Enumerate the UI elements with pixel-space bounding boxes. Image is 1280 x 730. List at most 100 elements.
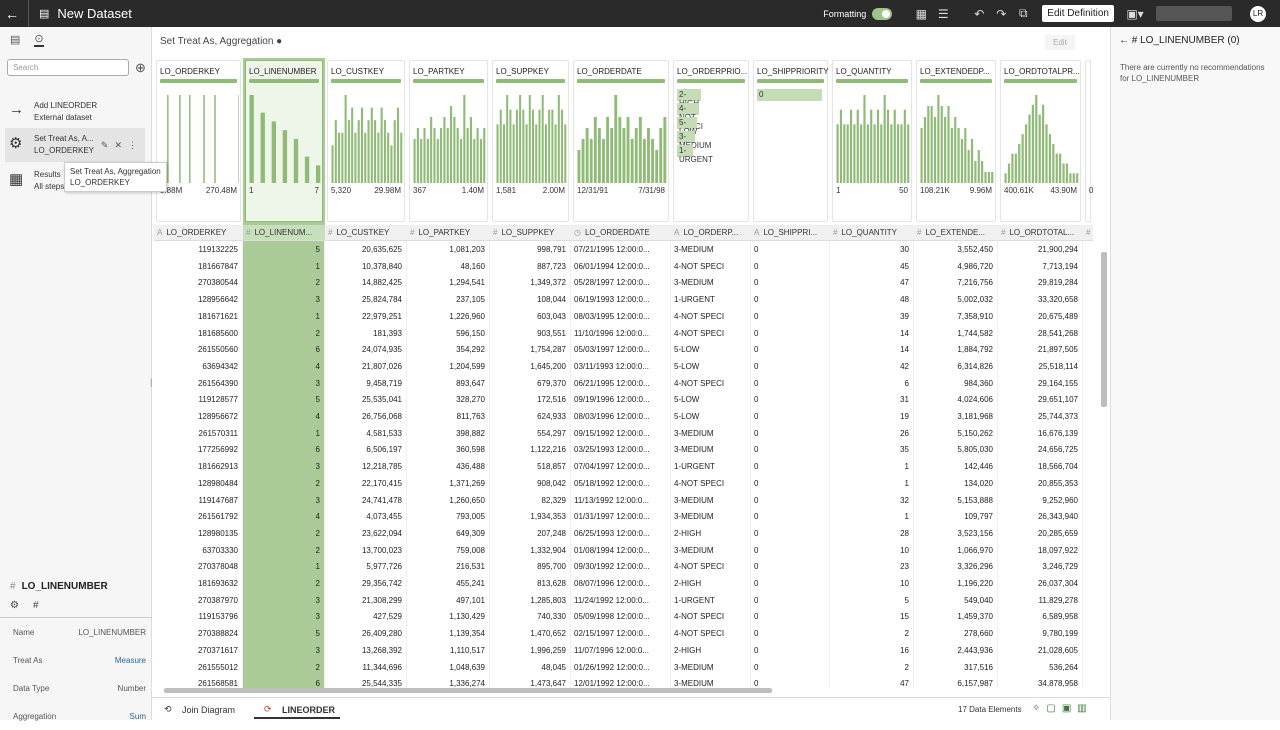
table-cell[interactable]: 26 [830,424,914,442]
table-cell[interactable]: 1,285,803 [490,591,571,609]
table-cell[interactable]: 998,791 [490,241,571,258]
table-cell[interactable]: 0 [751,341,830,359]
column-lo-orderdate[interactable]: LO_ORDERDATE 12/31/91 7/31/98 ◷ LO_ORDERDATE… [571,58,671,688]
table-cell[interactable]: 3 [243,491,325,509]
column-header[interactable]: # LO_LINENUM... [243,225,325,241]
column-header[interactable]: # LO_SUPPKEY [490,225,571,241]
table-cell[interactable]: 0 [751,257,830,275]
table-cell[interactable]: 25,518,114 [998,357,1083,375]
table-cell[interactable]: 1,196,220 [914,575,998,592]
table-cell[interactable]: 11/24/1992 12:00:0... [571,591,671,609]
table-cell[interactable]: 119153796 [154,608,243,626]
table-cell[interactable]: 16 [830,641,914,659]
table-cell[interactable]: 1-URGENT [671,591,751,609]
table-cell[interactable]: 19 [830,408,914,425]
table-cell[interactable]: 261555012 [154,658,243,676]
table-cell[interactable]: 48 [830,291,914,309]
table-cell[interactable]: 45 [830,257,914,275]
table-cell[interactable]: 16,676,139 [998,424,1083,442]
table-cell[interactable]: 3-MEDIUM [671,508,751,526]
table-cell[interactable]: 6,157,987 [914,675,998,688]
table-cell[interactable]: 1 [243,424,325,442]
table-cell[interactable]: 08/07/1996 12:00:0... [571,575,671,592]
table-cell[interactable]: 3,181,968 [914,408,998,425]
table-cell[interactable]: 28,541,268 [998,324,1083,342]
table-cell[interactable]: 26,409,280 [325,625,407,643]
table-cell[interactable]: 128956672 [154,408,243,425]
table-cell[interactable]: 30 [830,241,914,258]
table-cell[interactable]: 3-MEDIUM [671,241,751,258]
table-cell[interactable]: 0 [751,625,830,643]
layout-icons[interactable]: ✧▢▣▥ [1032,703,1093,714]
table-cell[interactable]: 0 [751,575,830,592]
table-cell[interactable]: 6,506,197 [325,441,407,459]
table-cell[interactable]: 1,260,650 [407,491,490,509]
table-cell[interactable]: 13,268,392 [325,641,407,659]
table-cell[interactable]: 03/25/1993 12:00:0... [571,441,671,459]
table-cell[interactable]: 0 [751,374,830,392]
step-set-treat-as[interactable]: ⚙ Set Treat As, A... LO_ORDERKEY ✎✕⋮ [5,128,145,162]
table-cell[interactable]: 22,170,415 [325,474,407,492]
table-cell[interactable]: 172,516 [490,391,571,409]
table-cell[interactable]: 0 [751,458,830,476]
table-cell[interactable]: 2 [243,474,325,492]
table-cell[interactable]: 4,073,455 [325,508,407,526]
table-cell[interactable]: 3-MEDIUM [671,441,751,459]
column-lo-orderkey[interactable]: LO_ORDERKEY 5.88M 270.48M A LO_ORDERKEY 11913… [154,58,243,688]
table-cell[interactable]: 3 [243,641,325,659]
table-cell[interactable]: 24,656,725 [998,441,1083,459]
edit-button[interactable]: Edit [1045,35,1075,50]
table-cell[interactable]: 317,516 [914,658,998,676]
table-cell[interactable]: 21,807,026 [325,357,407,375]
table-cell[interactable]: 5-LOW [671,357,751,375]
table-cell[interactable]: 21,308,299 [325,591,407,609]
column-header[interactable]: # LO_QUANTITY [830,225,914,241]
table-cell[interactable]: 3 [243,458,325,476]
table-cell[interactable]: 261561792 [154,508,243,526]
column-profile[interactable]: LO_SUPPKEY 1,581 2.00M [492,60,569,222]
table-cell[interactable]: 119147687 [154,491,243,509]
blank-input[interactable] [1156,6,1232,21]
table-cell[interactable]: 4,581,533 [325,424,407,442]
table-cell[interactable]: 0 [751,357,830,375]
table-cell[interactable]: 14,882,425 [325,274,407,292]
column-profile[interactable]: LO_PARTKEY 367 1.40M [409,60,488,222]
table-cell[interactable]: 25,544,335 [325,675,407,688]
table-cell[interactable]: 261568581 [154,675,243,688]
table-cell[interactable]: 20,635,625 [325,241,407,258]
table-cell[interactable]: 24,741,478 [325,491,407,509]
column-header[interactable]: A LO_SHIPPRI... [751,225,830,241]
table-cell[interactable]: 14 [830,341,914,359]
table-cell[interactable]: 1,294,541 [407,274,490,292]
column-profile[interactable]: LO_CUSTKEY 5,320 29.98M [327,60,405,222]
table-cell[interactable]: 5 [243,625,325,643]
table-cell[interactable]: 679,370 [490,374,571,392]
horizontal-scrollbar[interactable] [164,688,772,693]
table-cell[interactable]: 3,246,729 [998,558,1083,576]
table-cell[interactable]: 9,252,960 [998,491,1083,509]
table-cell[interactable]: 1 [830,458,914,476]
table-cell[interactable]: 05/18/1992 12:00:0... [571,474,671,492]
table-cell[interactable]: 18,566,704 [998,458,1083,476]
column-extra[interactable]: 0 # [1083,58,1093,688]
column-lo-orderprio-[interactable]: LO_ORDERPRIO...2-HIGH4-NOT SPECI5-LOW3-M… [671,58,751,688]
table-cell[interactable]: 29,356,742 [325,575,407,592]
table-cell[interactable]: 436,488 [407,458,490,476]
table-cell[interactable]: 128980135 [154,524,243,542]
table-cell[interactable]: 109,797 [914,508,998,526]
table-cell[interactable]: 624,933 [490,408,571,425]
table-cell[interactable]: 2 [243,658,325,676]
table-cell[interactable]: 3,552,450 [914,241,998,258]
table-cell[interactable]: 26,037,304 [998,575,1083,592]
column-profile[interactable]: 0 [1085,60,1093,222]
table-cell[interactable]: 3 [243,608,325,626]
table-cell[interactable]: 3-MEDIUM [671,424,751,442]
table-cell[interactable]: 181671621 [154,307,243,325]
table-cell[interactable]: 63694342 [154,357,243,375]
table-cell[interactable]: 1-URGENT [671,291,751,309]
table-cell[interactable]: 6,589,958 [998,608,1083,626]
column-header[interactable]: # [1083,225,1093,241]
table-cell[interactable]: 34,878,958 [998,675,1083,688]
add-icon[interactable]: ⊕ [135,60,146,76]
table-cell[interactable]: 0 [751,591,830,609]
